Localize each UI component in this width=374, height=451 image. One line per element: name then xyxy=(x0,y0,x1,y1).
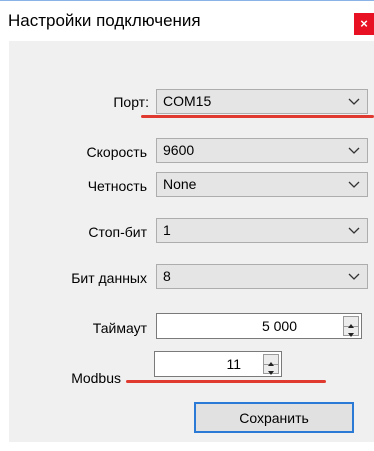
modbus-address-input[interactable]: 11 xyxy=(154,351,282,377)
stop-bits-select[interactable]: 1 xyxy=(156,218,368,243)
stop-bits-value: 1 xyxy=(163,222,171,238)
port-select[interactable]: COM15 xyxy=(156,89,368,114)
chevron-down-icon xyxy=(348,181,360,188)
chevron-down-icon xyxy=(348,273,360,280)
parity-label: Четность xyxy=(87,178,147,194)
speed-value: 9600 xyxy=(163,142,195,158)
timeout-value: 5 000 xyxy=(261,318,297,334)
connection-settings-dialog: Настройки подключения × Порт: COM15 Скор… xyxy=(0,0,374,451)
parity-select[interactable]: None xyxy=(156,172,368,197)
spin-down-icon xyxy=(268,371,274,375)
chevron-down-icon xyxy=(348,147,360,154)
spin-down-icon xyxy=(348,333,354,337)
modbus-spinner[interactable] xyxy=(263,354,279,375)
data-bits-value: 8 xyxy=(163,268,171,284)
window-title: Настройки подключения xyxy=(8,11,201,30)
port-value: COM15 xyxy=(163,93,212,109)
spin-down-button[interactable] xyxy=(264,364,278,375)
timeout-spinner[interactable] xyxy=(343,316,359,337)
port-annotation-underline xyxy=(141,115,374,118)
data-bits-select[interactable]: 8 xyxy=(156,264,368,289)
parity-value: None xyxy=(163,176,197,192)
modbus-annotation-underline xyxy=(126,380,326,383)
chevron-down-icon xyxy=(348,98,360,105)
speed-select[interactable]: 9600 xyxy=(156,138,368,163)
spin-down-button[interactable] xyxy=(344,326,358,337)
port-label: Порт: xyxy=(113,94,149,110)
chevron-down-icon xyxy=(348,227,360,234)
close-button[interactable]: × xyxy=(354,13,374,35)
modbus-label: Modbus xyxy=(71,370,121,386)
data-bits-label: Бит данных xyxy=(71,270,147,286)
stop-bits-label: Стоп-бит xyxy=(88,224,147,240)
close-icon: × xyxy=(360,16,368,31)
timeout-input[interactable]: 5 000 xyxy=(156,313,362,339)
speed-label: Скорость xyxy=(86,144,147,160)
modbus-value: 11 xyxy=(226,356,241,372)
timeout-label: Таймаут xyxy=(92,320,147,336)
title-bar: Настройки подключения × xyxy=(0,1,374,41)
save-button[interactable]: Сохранить xyxy=(194,402,354,433)
